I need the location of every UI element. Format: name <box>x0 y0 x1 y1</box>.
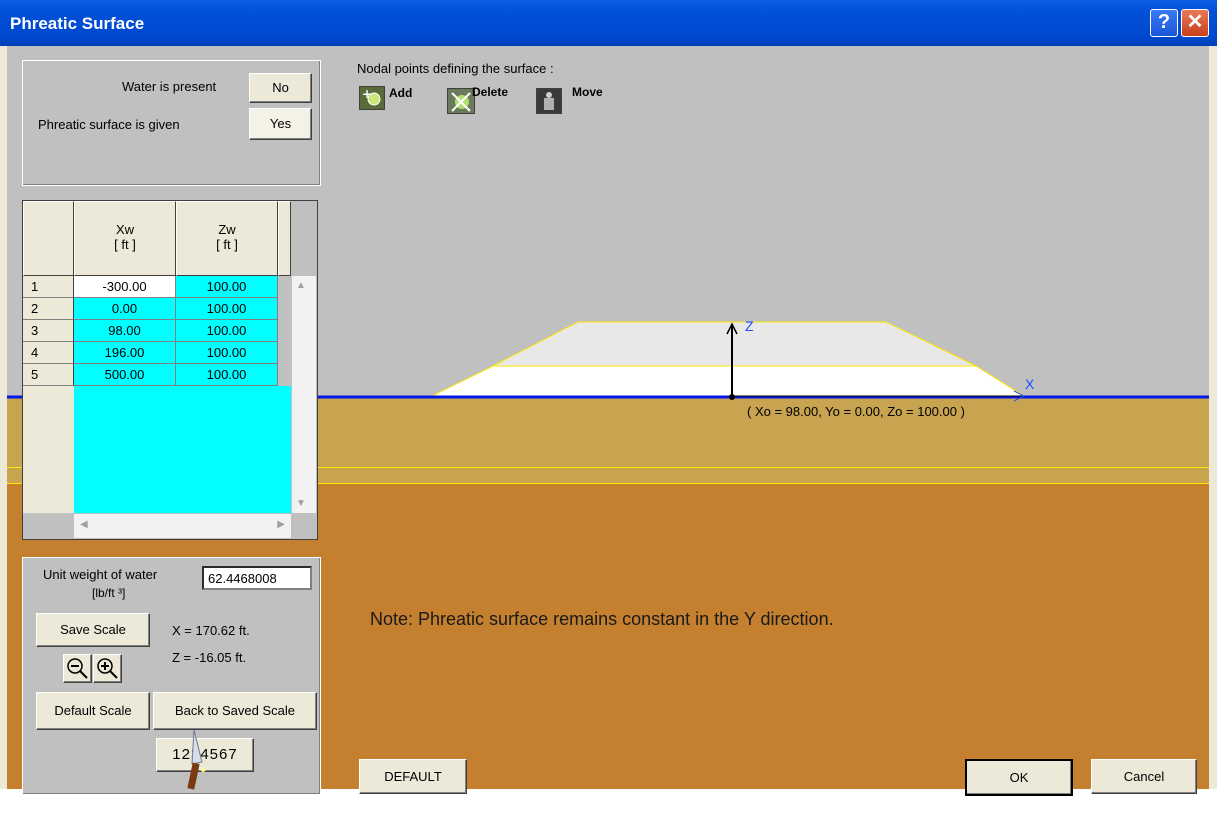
row-header-empty <box>23 386 75 513</box>
add-label: Add <box>389 86 413 100</box>
embankment-lower-layer <box>431 365 1026 397</box>
delete-icon <box>448 89 474 113</box>
cell-zw[interactable]: 100.00 <box>176 364 278 386</box>
default-button[interactable]: DEFAULT <box>359 759 467 794</box>
phreatic-given-toggle[interactable]: Yes <box>249 108 312 140</box>
column-zw-unit: [ ft ] <box>216 237 238 252</box>
cell-xw[interactable]: 98.00 <box>74 320 176 342</box>
cell-zw[interactable]: 100.00 <box>176 320 278 342</box>
column-xw-unit: [ ft ] <box>114 237 136 252</box>
vertical-scrollbar[interactable]: ▲ ▼ <box>291 276 316 513</box>
cell-zw[interactable]: 100.00 <box>176 342 278 364</box>
column-xw-title: Xw <box>115 222 135 237</box>
scroll-left-icon[interactable]: ◀ <box>80 519 88 530</box>
x-axis-label: X <box>1025 376 1035 392</box>
knife-icon: ✦ <box>187 730 207 790</box>
cell-zw[interactable]: 100.00 <box>176 276 278 298</box>
origin-coordinates: ( Xo = 98.00, Yo = 0.00, Zo = 100.00 ) <box>747 404 965 419</box>
move-label: Move <box>572 85 603 99</box>
row-number: 4 <box>23 342 74 364</box>
unit-weight-unit: [lb/ft ³] <box>92 586 126 600</box>
phreatic-given-label: Phreatic surface is given <box>38 117 180 132</box>
row-number: 3 <box>23 320 74 342</box>
save-scale-button[interactable]: Save Scale <box>36 613 150 647</box>
add-icon: + <box>360 87 384 109</box>
column-header-zw[interactable]: Zw [ ft ] <box>176 201 278 276</box>
svg-text:✦: ✦ <box>199 766 207 777</box>
nodal-points-table: Xw [ ft ] Zw [ ft ] 1 -300.00 100.00 2 0… <box>22 200 318 540</box>
cell-xw[interactable]: 500.00 <box>74 364 176 386</box>
column-header-xw[interactable]: Xw [ ft ] <box>74 201 176 276</box>
cancel-button[interactable]: Cancel <box>1091 759 1197 794</box>
nodal-points-heading: Nodal points defining the surface : <box>357 61 554 76</box>
water-present-toggle[interactable]: No <box>249 73 312 103</box>
row-number: 1 <box>23 276 74 298</box>
delete-point-button[interactable] <box>447 88 475 114</box>
column-zw-title: Zw <box>218 222 236 237</box>
zoom-in-button[interactable] <box>93 654 122 683</box>
delete-label: Delete <box>472 85 509 99</box>
column-header-spacer <box>278 201 291 276</box>
z-axis-label: Z <box>745 318 754 334</box>
add-point-button[interactable]: + <box>359 86 385 110</box>
default-scale-button[interactable]: Default Scale <box>36 692 150 730</box>
table-corner <box>23 201 74 276</box>
svg-text:+: + <box>362 87 372 101</box>
cell-xw[interactable]: 0.00 <box>74 298 176 320</box>
origin-point <box>729 394 735 400</box>
scroll-right-icon[interactable]: ▶ <box>277 519 285 530</box>
row-number: 5 <box>23 364 74 386</box>
horizontal-scrollbar[interactable]: ◀ ▶ <box>74 513 291 538</box>
unit-weight-input[interactable] <box>202 566 312 590</box>
x-coordinate-readout: X = 170.62 ft. <box>172 623 250 638</box>
water-present-label: Water is present <box>122 79 217 94</box>
table-empty-area[interactable] <box>74 386 291 513</box>
move-point-button[interactable] <box>536 88 562 114</box>
back-to-saved-scale-button[interactable]: Back to Saved Scale <box>153 692 317 730</box>
ok-button[interactable]: OK <box>965 759 1073 796</box>
zoom-out-button[interactable] <box>63 654 92 683</box>
zoom-in-icon <box>97 658 118 679</box>
cell-xw[interactable]: -300.00 <box>74 276 176 298</box>
z-coordinate-readout: Z = -16.05 ft. <box>172 650 247 665</box>
scroll-down-icon[interactable]: ▼ <box>296 498 306 509</box>
cell-zw[interactable]: 100.00 <box>176 298 278 320</box>
unit-weight-label: Unit weight of water <box>43 567 158 582</box>
cell-xw[interactable]: 196.00 <box>74 342 176 364</box>
phreatic-surface-dialog: Phreatic Surface ? ✕ Z X ( Xo = 98.00, Y… <box>0 0 1217 813</box>
move-icon <box>537 89 561 113</box>
scroll-up-icon[interactable]: ▲ <box>296 280 306 291</box>
note-text: Note: Phreatic surface remains constant … <box>370 609 834 629</box>
zoom-out-icon <box>67 658 88 679</box>
row-number: 2 <box>23 298 74 320</box>
